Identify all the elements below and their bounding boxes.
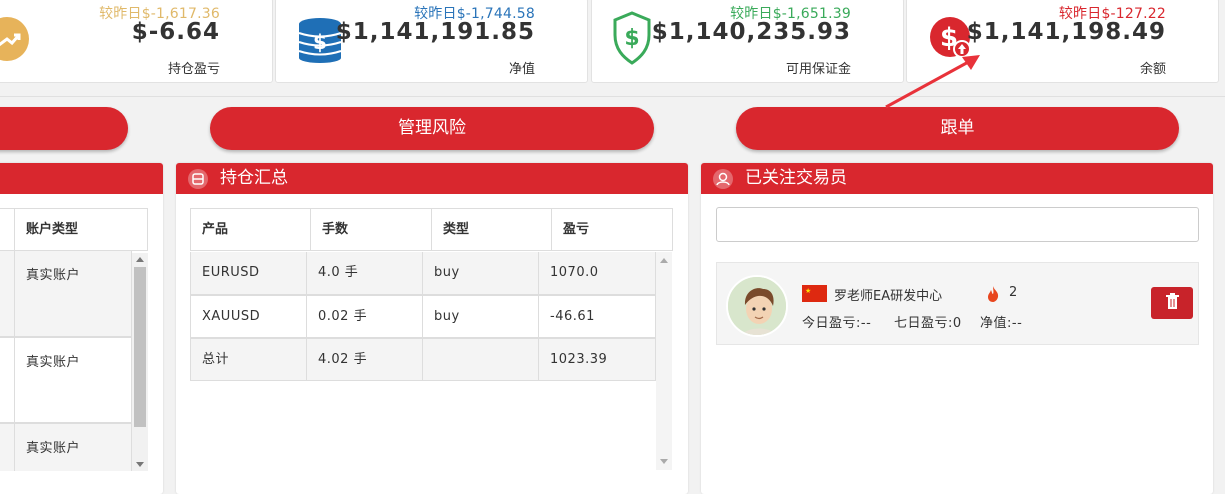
fire-icon — [986, 285, 1000, 303]
card-value: $1,141,198.49 — [966, 19, 1166, 45]
cell-product: EURUSD — [191, 252, 307, 294]
dollar-shield-icon: $ — [612, 11, 652, 69]
cell-type: buy — [423, 296, 539, 337]
left-action-button[interactable] — [0, 107, 128, 150]
card-label: 余额 — [1139, 62, 1166, 77]
cell-lots: 4.0 手 — [307, 252, 423, 294]
cell-lots: 0.02 手 — [307, 296, 423, 337]
table-row-total: 总计 4.02 手 1023.39 — [190, 338, 656, 381]
panel-header: 持仓汇总 — [176, 163, 688, 194]
cell-pnl: -46.61 — [550, 309, 595, 324]
positions-scrollbar[interactable] — [656, 252, 672, 470]
table-row: EURUSD 4.0 手 buy 1070.0 — [190, 252, 656, 295]
column-header-type: 类型 — [432, 209, 552, 250]
traders-panel: 已关注交易员 ★ 罗老师EA研发中心 2 今日盈亏:-- 七日盈亏:0 净值:-… — [701, 163, 1213, 494]
column-header: 账户类型 — [26, 222, 79, 237]
week-pnl: 七日盈亏:0 — [894, 316, 962, 331]
panel-header — [0, 163, 163, 194]
follow-button[interactable]: 跟单 — [736, 107, 1179, 150]
delete-trader-button[interactable] — [1151, 287, 1193, 319]
panel-title: 持仓汇总 — [220, 168, 288, 188]
accounts-panel: 账户类型 真实账户 真实账户 真实账户 — [0, 163, 163, 494]
trader-name[interactable]: 罗老师EA研发中心 — [834, 285, 942, 304]
accounts-rows: 真实账户 真实账户 真实账户 — [0, 251, 132, 471]
table-header: 账户类型 — [0, 208, 148, 251]
trader-card[interactable]: ★ 罗老师EA研发中心 2 今日盈亏:-- 七日盈亏:0 净值:-- — [716, 262, 1199, 345]
card-label: 可用保证金 — [785, 62, 851, 77]
card-value: $1,141,191.85 — [335, 19, 535, 45]
cell-divider — [0, 338, 15, 422]
cell-lots: 4.02 手 — [307, 339, 423, 380]
table-row: 真实账户 — [0, 337, 132, 423]
column-header-lots: 手数 — [311, 209, 432, 250]
table-row: 真实账户 — [0, 423, 132, 471]
svg-text:$: $ — [313, 30, 327, 54]
trader-equity: 净值:-- — [980, 316, 1023, 331]
card-free-margin: $ 较昨日$-1,651.39 $1,140,235.93 可用保证金 — [591, 0, 904, 83]
cell-type — [423, 339, 539, 380]
cell-divider — [0, 251, 15, 336]
scroll-down-arrow[interactable] — [136, 462, 144, 467]
scroll-down-arrow[interactable] — [660, 459, 668, 464]
column-divider — [0, 209, 15, 250]
account-type-cell: 真实账户 — [26, 268, 81, 283]
china-flag-icon: ★ — [802, 285, 827, 302]
today-pnl: 今日盈亏:-- — [802, 316, 872, 331]
annotation-arrow — [885, 55, 980, 109]
svg-text:★: ★ — [805, 287, 811, 295]
card-value: $-6.64 — [131, 19, 220, 45]
cell-divider — [0, 424, 15, 471]
cell-type: buy — [423, 252, 539, 294]
account-type-cell: 真实账户 — [26, 355, 81, 370]
panel-header: 已关注交易员 — [701, 163, 1213, 194]
divider — [0, 96, 1225, 97]
accounts-scrollbar[interactable] — [132, 253, 148, 471]
hot-count: 2 — [1009, 285, 1018, 300]
table-row: XAUUSD 0.02 手 buy -46.61 — [190, 295, 656, 338]
cell-pnl: 1070.0 — [550, 265, 599, 280]
table-header: 产品 手数 类型 盈亏 — [190, 208, 673, 251]
cell-product: 总计 — [191, 339, 307, 380]
panel-title: 已关注交易员 — [745, 168, 847, 188]
cell-product: XAUUSD — [191, 296, 307, 337]
manage-risk-button[interactable]: 管理风险 — [210, 107, 654, 150]
card-label: 净值 — [508, 62, 535, 77]
column-header-product: 产品 — [191, 209, 311, 250]
card-floating-pnl: 较昨日$-1,617.36 $-6.64 持仓盈亏 — [0, 0, 273, 83]
card-equity: $ 较昨日$-1,744.58 $1,141,191.85 净值 — [275, 0, 588, 83]
card-label: 持仓盈亏 — [167, 62, 220, 77]
scroll-up-arrow[interactable] — [136, 257, 144, 262]
trash-icon — [1166, 293, 1179, 309]
card-value: $1,140,235.93 — [651, 19, 851, 45]
cell-pnl: 1023.39 — [550, 352, 608, 367]
trader-search-input[interactable] — [716, 207, 1199, 242]
scrollbar-thumb[interactable] — [134, 267, 146, 427]
table-row: 真实账户 — [0, 251, 132, 337]
avatar — [726, 275, 788, 337]
user-icon — [713, 169, 733, 189]
positions-panel: 持仓汇总 产品 手数 类型 盈亏 EURUSD 4.0 手 buy 1070.0… — [176, 163, 688, 494]
svg-text:$: $ — [624, 26, 639, 51]
trend-up-icon — [0, 17, 29, 61]
list-icon — [188, 169, 208, 189]
scroll-up-arrow[interactable] — [660, 258, 668, 263]
account-type-cell: 真实账户 — [26, 441, 81, 456]
column-header-pnl: 盈亏 — [563, 222, 590, 237]
